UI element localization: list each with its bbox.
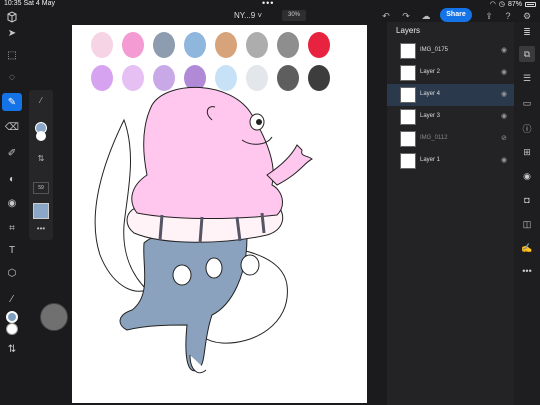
bucket-tool-icon[interactable]: ◉ <box>2 194 22 212</box>
foreground-color-swatch[interactable] <box>6 311 18 323</box>
layer-name: Layer 1 <box>420 157 441 163</box>
palette-swatch[interactable] <box>153 32 175 58</box>
status-bar: 10:35 Sat 4 May ••• ◠ ◷ 87% <box>0 0 540 8</box>
brush-swap-icon[interactable]: ⇅ <box>32 154 50 163</box>
eye-hidden-icon[interactable]: ⊘ <box>501 134 507 142</box>
comment-icon[interactable]: ▭ <box>519 95 535 111</box>
text-tool-icon[interactable]: T <box>2 241 22 259</box>
layer-name: Layer 2 <box>420 69 441 75</box>
background-color-swatch[interactable] <box>6 323 18 335</box>
brush-color-swatch[interactable] <box>32 122 50 141</box>
layer-row[interactable]: IMG_0112 ⊘ <box>387 128 514 150</box>
palette-swatch[interactable] <box>184 32 206 58</box>
layer-thumbnail <box>400 43 416 59</box>
lasso-tool-icon[interactable]: ◌ <box>2 68 22 86</box>
layer-name: Layer 3 <box>420 113 441 119</box>
visibility-icon[interactable]: ◉ <box>519 168 535 184</box>
layers-panel: Layers IMG_0175 ◉ Layer 2 ◉ Layer 4 ◉ Layer 3 ◉… <box>387 22 514 405</box>
layer-thumbnail <box>400 109 416 125</box>
transform-tool-icon[interactable]: ⬚ <box>2 46 22 64</box>
fx-icon[interactable]: ◫ <box>519 216 535 232</box>
brush-opacity-swatch[interactable] <box>33 203 49 219</box>
layer-thumbnail <box>400 153 416 169</box>
adjustments-icon[interactable]: ☰ <box>519 70 535 86</box>
palette-swatch[interactable] <box>308 65 330 91</box>
brush-options-panel: ⁄ ⇅ 59 ••• <box>29 90 53 240</box>
move-tool-icon[interactable]: ➤ <box>2 24 22 42</box>
palette-swatch[interactable] <box>91 32 113 58</box>
help-icon[interactable]: ? <box>503 11 513 21</box>
palette-swatch[interactable] <box>215 32 237 58</box>
eye-icon[interactable]: ◉ <box>501 46 507 54</box>
layer-name: IMG_0112 <box>420 135 448 141</box>
layer-row[interactable]: Layer 1 ◉ <box>387 150 514 172</box>
mask-icon[interactable]: ◘ <box>519 192 535 208</box>
eraser-tool-icon[interactable]: ⌫ <box>2 118 22 136</box>
export-icon[interactable]: ⇪ <box>484 11 494 21</box>
layer-name: IMG_0175 <box>420 47 449 53</box>
brush-size-field[interactable]: 59 <box>33 182 49 194</box>
layer-row[interactable]: Layer 3 ◉ <box>387 106 514 128</box>
status-time: 10:35 Sat 4 May <box>4 0 55 7</box>
eyedropper-icon[interactable]: ⁄ <box>32 96 50 105</box>
layer-thumbnail <box>400 65 416 81</box>
multitask-dots[interactable]: ••• <box>262 0 274 8</box>
document-title[interactable]: NY...9 ˅ <box>234 11 262 20</box>
eye-icon[interactable]: ◉ <box>501 90 507 98</box>
layer-row[interactable]: IMG_0175 ◉ <box>387 40 514 62</box>
eye-icon[interactable]: ◉ <box>501 156 507 164</box>
swap-colors-icon[interactable]: ⇅ <box>2 340 22 358</box>
brush-adjust-icon[interactable]: ✍ <box>519 240 535 256</box>
color-palette <box>91 32 330 91</box>
smudge-tool-icon[interactable]: ✐ <box>2 144 22 162</box>
layer-thumbnail <box>400 131 416 147</box>
battery-icon <box>525 1 536 7</box>
eyedropper-tool-icon[interactable]: ⁄ <box>2 290 22 308</box>
layer-thumbnail <box>400 87 416 103</box>
palette-swatch[interactable] <box>122 32 144 58</box>
fill-tool-icon[interactable]: ◐ <box>2 170 22 188</box>
right-toolbar: ≣ ⧉ ☰ ▭ ⓘ ⊞ ◉ ◘ ◫ ✍ ••• <box>514 22 540 405</box>
brush-tool-icon[interactable]: ✎ <box>2 93 22 111</box>
palette-swatch[interactable] <box>246 32 268 58</box>
layers-stack-icon[interactable]: ≣ <box>519 24 535 40</box>
alarm-icon: ◷ <box>498 1 505 8</box>
more-icon[interactable]: ••• <box>519 263 535 279</box>
home-icon[interactable] <box>6 10 18 23</box>
palette-swatch[interactable] <box>91 65 113 91</box>
palette-swatch[interactable] <box>308 32 330 58</box>
layers-title: Layers <box>396 26 421 35</box>
redo-icon[interactable]: ↷ <box>401 11 411 21</box>
left-toolbar: ➤ ⬚ ◌ ✎ ⌫ ✐ ◐ ◉ ⌗ T ⬡ ⁄ ⇅ <box>0 22 24 405</box>
battery-percent: 87% <box>507 0 522 8</box>
palette-swatch[interactable] <box>246 65 268 91</box>
brush-preview-circle[interactable] <box>40 303 68 331</box>
share-button[interactable]: Share <box>440 8 472 22</box>
crop-tool-icon[interactable]: ⌗ <box>2 219 22 237</box>
more-options-icon[interactable]: ••• <box>32 224 50 233</box>
layer-row[interactable]: Layer 4 ◉ <box>387 84 514 106</box>
shape-tool-icon[interactable]: ⬡ <box>2 264 22 282</box>
eye-icon[interactable]: ◉ <box>501 68 507 76</box>
layer-name: Layer 4 <box>420 91 441 97</box>
drawing-canvas[interactable] <box>72 25 367 403</box>
eye-icon[interactable]: ◉ <box>501 112 507 120</box>
app-window: 10:35 Sat 4 May ••• ◠ ◷ 87% NY...9 ˅ 30%… <box>0 0 540 405</box>
undo-icon[interactable]: ↶ <box>381 11 391 21</box>
palette-swatch[interactable] <box>122 65 144 91</box>
layer-row[interactable]: Layer 2 ◉ <box>387 62 514 84</box>
zoom-level[interactable]: 30% <box>282 10 306 21</box>
add-layer-icon[interactable]: ⊞ <box>519 144 535 160</box>
palette-swatch[interactable] <box>215 65 237 91</box>
palette-swatch[interactable] <box>277 32 299 58</box>
palette-swatch[interactable] <box>153 65 175 91</box>
palette-swatch[interactable] <box>277 65 299 91</box>
settings-icon[interactable]: ⚙ <box>522 11 532 21</box>
status-right: ◠ ◷ 87% <box>490 0 536 8</box>
artwork <box>91 32 330 374</box>
info-icon[interactable]: ⓘ <box>519 120 535 136</box>
cloud-icon[interactable]: ☁ <box>421 11 431 21</box>
wifi-icon: ◠ <box>489 1 496 8</box>
layer-properties-icon[interactable]: ⧉ <box>519 46 535 62</box>
